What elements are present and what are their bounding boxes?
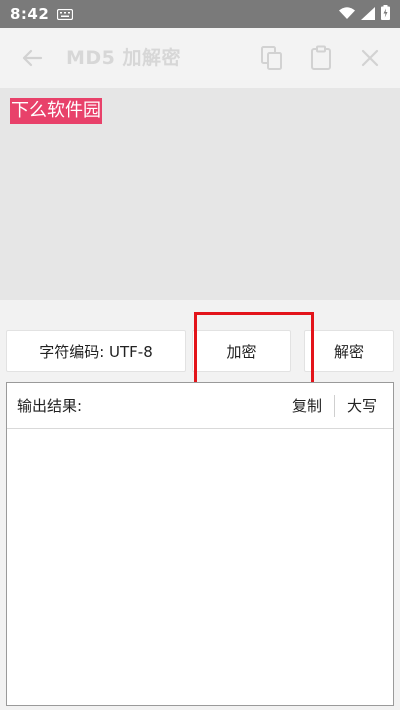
status-time: 8:42 (10, 5, 50, 23)
clipboard-icon[interactable] (297, 34, 345, 82)
copy-icon[interactable] (248, 34, 296, 82)
decrypt-button[interactable]: 解密 (304, 330, 394, 372)
output-panel: 输出结果: 复制 大写 (6, 382, 394, 706)
action-button-row: 字符编码: UTF-8 加密 解密 (0, 330, 400, 372)
toolbar-title: MD5 加解密 (66, 47, 182, 69)
encrypt-button[interactable]: 加密 (192, 330, 291, 372)
signal-icon (361, 5, 375, 24)
output-label: 输出结果: (17, 397, 83, 415)
copy-output-button[interactable]: 复制 (286, 395, 328, 416)
output-header: 输出结果: 复制 大写 (7, 383, 393, 429)
close-icon[interactable] (346, 34, 394, 82)
output-divider (333, 394, 335, 417)
battery-charging-icon (381, 4, 390, 24)
input-selected-text[interactable]: 下么软件园 (10, 98, 102, 124)
charset-button[interactable]: 字符编码: UTF-8 (6, 330, 186, 372)
output-result-area[interactable] (7, 429, 393, 705)
keyboard-icon (57, 5, 74, 24)
input-text-area[interactable]: 下么软件园 (0, 88, 400, 300)
wifi-icon (339, 5, 355, 24)
back-arrow-icon[interactable] (8, 34, 56, 82)
app-toolbar: MD5 加解密 (0, 28, 400, 88)
status-bar: 8:42 (0, 0, 400, 28)
uppercase-button[interactable]: 大写 (341, 395, 383, 416)
